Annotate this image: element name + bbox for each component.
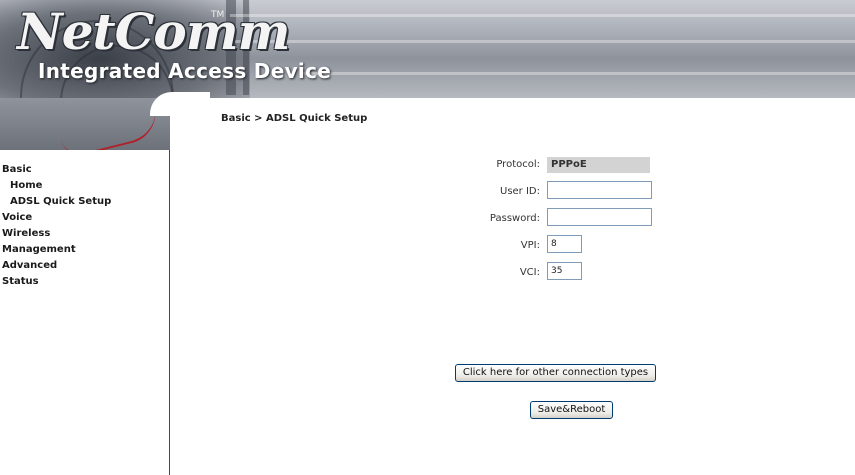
vci-label: VCI: [519,267,540,278]
content-corner-curve [150,92,210,116]
sidebar-header-graphic [0,98,170,160]
vpi-input[interactable] [547,235,582,253]
save-reboot-button[interactable]: Save&Reboot [530,401,613,419]
sidebar-item-adsl-quick-setup[interactable]: ADSL Quick Setup [0,194,111,210]
sidebar-item-basic[interactable]: Basic [0,162,111,178]
password-input[interactable] [547,208,652,226]
product-tagline: Integrated Access Device [38,59,332,83]
netcomm-logo: NetComm [17,2,291,61]
protocol-label: Protocol: [496,159,540,170]
sidebar-item-home[interactable]: Home [0,178,111,194]
sidebar-item-advanced[interactable]: Advanced [0,258,111,274]
banner-streak [230,14,855,17]
sidebar-item-voice[interactable]: Voice [0,210,111,226]
vci-input[interactable] [547,262,582,280]
protocol-value: PPPoE [547,157,650,173]
sidebar: Basic Home ADSL Quick Setup Voice Wirele… [0,150,170,475]
banner-streak [230,40,855,43]
trademark-mark: TM [211,10,225,20]
banner-streak [300,72,855,75]
userid-input[interactable] [547,181,652,199]
sidebar-item-management[interactable]: Management [0,242,111,258]
userid-label: User ID: [500,186,540,197]
password-label: Password: [489,213,540,224]
sidebar-nav: Basic Home ADSL Quick Setup Voice Wirele… [0,162,111,290]
other-connection-types-button[interactable]: Click here for other connection types [455,364,656,382]
header-banner: NetComm TM Integrated Access Device [0,0,855,98]
sidebar-item-status[interactable]: Status [0,274,111,290]
sidebar-item-wireless[interactable]: Wireless [0,226,111,242]
vpi-label: VPI: [520,240,540,251]
breadcrumb: Basic > ADSL Quick Setup [221,113,368,124]
